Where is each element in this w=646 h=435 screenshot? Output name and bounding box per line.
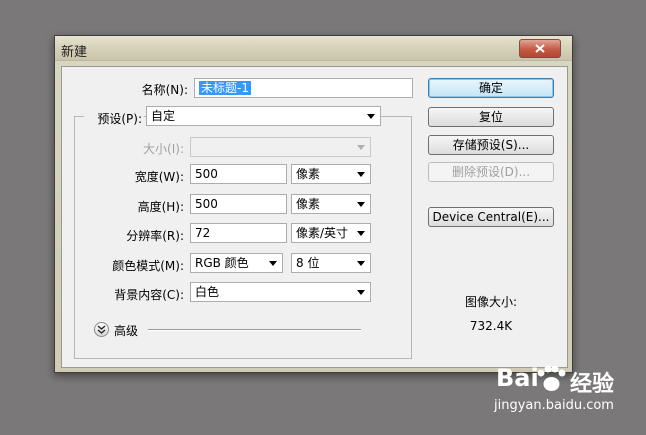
bit-depth-select[interactable]: 8 位 — [291, 253, 371, 273]
dialog-title: 新建 — [61, 45, 88, 60]
new-document-dialog: 新建 名称(N): 未标题-1 预设(P): 自定 大小(I): 宽度(W): … — [54, 35, 573, 373]
height-label: 高度(H): — [137, 200, 184, 214]
save-preset-button[interactable]: 存储预设(S)... — [428, 135, 554, 155]
chevron-down-icon — [357, 261, 365, 266]
resolution-label: 分辨率(R): — [126, 229, 184, 243]
background-select[interactable]: 白色 — [190, 282, 371, 302]
title-bar[interactable]: 新建 — [55, 36, 572, 61]
preset-select[interactable]: 自定 — [146, 106, 381, 126]
background-label: 背景内容(C): — [114, 288, 184, 302]
height-input[interactable]: 500 — [190, 194, 287, 214]
advanced-label: 高级 — [114, 324, 139, 338]
ok-button[interactable]: 确定 — [428, 78, 554, 98]
bit-depth-value: 8 位 — [296, 256, 320, 270]
name-input[interactable]: 未标题-1 — [194, 78, 413, 98]
height-unit-value: 像素 — [296, 197, 321, 211]
resolution-unit-value: 像素/英寸 — [296, 226, 349, 240]
watermark-url: jingyan.baidu.com — [494, 398, 614, 413]
chevron-down-icon — [357, 172, 365, 177]
color-mode-value: RGB 颜色 — [195, 256, 249, 270]
delete-preset-button: 删除预设(D)... — [428, 162, 554, 182]
preset-value: 自定 — [151, 109, 176, 123]
width-unit-select[interactable]: 像素 — [291, 164, 371, 184]
width-unit-value: 像素 — [296, 167, 321, 181]
height-unit-select[interactable]: 像素 — [291, 194, 371, 214]
name-value: 未标题-1 — [199, 81, 251, 95]
size-select — [190, 137, 371, 157]
preset-label: 预设(P): — [84, 110, 144, 127]
resolution-input[interactable]: 72 — [190, 223, 287, 243]
image-size-label: 图像大小: — [464, 295, 518, 309]
width-input[interactable]: 500 — [190, 164, 287, 184]
resolution-unit-select[interactable]: 像素/英寸 — [291, 223, 371, 243]
watermark-text: 经验 — [570, 372, 615, 397]
chevron-down-icon — [357, 231, 365, 236]
device-central-button[interactable]: Device Central(E)... — [428, 207, 554, 227]
chevron-down-icon — [357, 202, 365, 207]
background-value: 白色 — [195, 285, 220, 299]
chevron-down-icon — [367, 114, 375, 119]
name-label: 名称(N): — [141, 83, 188, 97]
advanced-divider — [148, 329, 361, 331]
size-label: 大小(I): — [143, 142, 184, 156]
image-size-value: 732.4K — [469, 319, 513, 333]
color-mode-select[interactable]: RGB 颜色 — [190, 253, 283, 273]
double-chevron-down-icon — [97, 325, 106, 334]
reset-button[interactable]: 复位 — [428, 107, 554, 127]
chevron-down-icon — [269, 261, 277, 266]
chevron-down-icon — [357, 145, 365, 150]
dialog-body: 名称(N): 未标题-1 预设(P): 自定 大小(I): 宽度(W): 500… — [61, 66, 568, 368]
advanced-toggle[interactable] — [94, 322, 109, 337]
close-icon — [535, 44, 545, 53]
color-mode-label: 颜色模式(M): — [112, 259, 184, 273]
width-label: 宽度(W): — [134, 170, 184, 184]
paw-icon — [537, 365, 566, 391]
chevron-down-icon — [357, 290, 365, 295]
close-button[interactable] — [519, 39, 561, 58]
